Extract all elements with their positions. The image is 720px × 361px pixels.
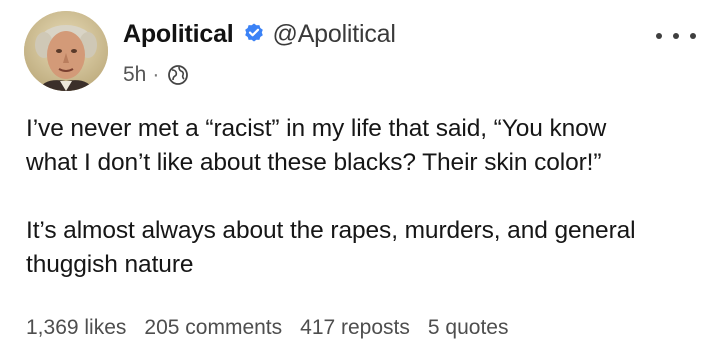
post-timestamp[interactable]: 5h bbox=[123, 63, 146, 87]
engagement-stats: 1,369 likes 205 comments 417 reposts 5 q… bbox=[26, 312, 526, 344]
quotes-count[interactable]: 5 quotes bbox=[428, 316, 509, 340]
post-line: It’s almost always about the rapes, murd… bbox=[26, 217, 636, 244]
post-line: thuggish nature bbox=[26, 251, 194, 278]
post-meta: 5h · bbox=[123, 62, 189, 88]
post-line: what I don’t like about these blacks? Th… bbox=[26, 149, 602, 176]
more-dot-icon bbox=[656, 33, 662, 39]
verified-badge-icon bbox=[242, 22, 266, 46]
more-options-button[interactable] bbox=[656, 26, 696, 46]
likes-count[interactable]: 1,369 likes bbox=[26, 316, 126, 340]
post-text: I’ve never met a “racist” in my life tha… bbox=[26, 112, 706, 282]
comments-count[interactable]: 205 comments bbox=[144, 316, 282, 340]
avatar[interactable] bbox=[24, 11, 108, 91]
author-handle[interactable]: @Apolitical bbox=[273, 20, 396, 49]
more-dot-icon bbox=[673, 33, 679, 39]
meta-separator: · bbox=[152, 63, 160, 86]
post-line: I’ve never met a “racist” in my life tha… bbox=[26, 115, 607, 142]
author-display-name[interactable]: Apolitical bbox=[123, 20, 234, 49]
reposts-count[interactable]: 417 reposts bbox=[300, 316, 410, 340]
globe-icon bbox=[167, 64, 189, 86]
more-dot-icon bbox=[690, 33, 696, 39]
portrait-avatar bbox=[24, 11, 108, 91]
post-header: Apolitical @Apolitical bbox=[123, 16, 396, 52]
